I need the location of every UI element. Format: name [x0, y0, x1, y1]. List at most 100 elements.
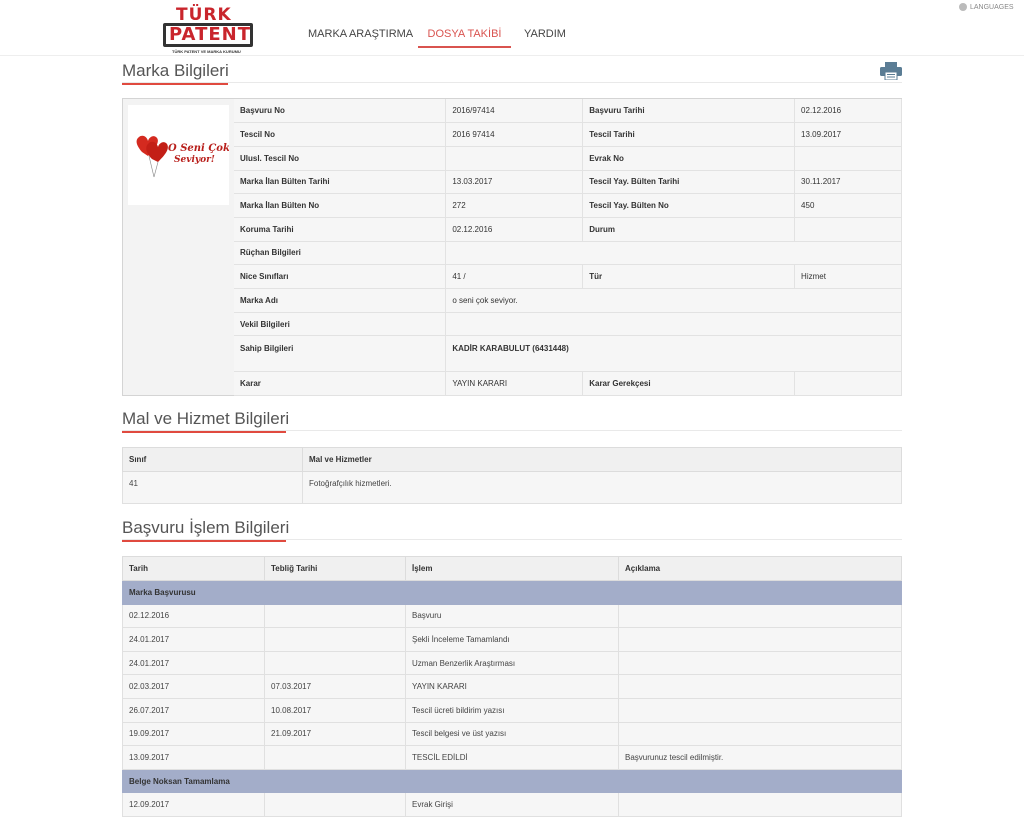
- col-header-teblig-tarihi: Tebliğ Tarihi: [264, 556, 406, 581]
- label-tescil-tarihi: Tescil Tarihi: [582, 122, 796, 147]
- info-row: Tescil No 2016 97414 Tescil Tarihi 13.09…: [234, 122, 902, 147]
- cell-sinif: 41: [122, 471, 303, 504]
- label-nice-siniflari: Nice Sınıfları: [234, 264, 447, 289]
- cell-aciklama: [618, 674, 902, 699]
- languages-label: LANGUAGES: [970, 3, 1014, 11]
- table-header-row: Sınıf Mal ve Hizmetler: [122, 447, 902, 472]
- cell-tarih: 13.09.2017: [122, 745, 265, 770]
- trademark-image[interactable]: O Seni Çok Seviyor!: [128, 105, 230, 205]
- info-row: Ulusl. Tescil No Evrak No: [234, 146, 902, 171]
- value-tur: Hizmet: [794, 264, 902, 289]
- col-header-mal-hizmetler: Mal ve Hizmetler: [302, 447, 902, 472]
- label-marka-adi: Marka Adı: [234, 288, 447, 313]
- table-row: 26.07.2017 10.08.2017 Tescil ücreti bild…: [122, 697, 902, 723]
- nav-yardim[interactable]: YARDIM: [524, 20, 566, 48]
- section-rule: [122, 82, 902, 83]
- label-ilan-bulten-no: Marka İlan Bülten No: [234, 193, 447, 218]
- cell-tarih: 26.07.2017: [122, 697, 265, 723]
- cell-islem: Başvuru: [405, 603, 619, 629]
- value-karar: YAYIN KARARI: [445, 371, 584, 397]
- info-row: Sahip Bilgileri KADİR KARABULUT (6431448…: [234, 335, 902, 373]
- cell-islem: TESCİL EDİLDİ: [405, 745, 619, 770]
- info-row: Nice Sınıfları 41 / Tür Hizmet: [234, 264, 902, 289]
- table-row: 41 Fotoğrafçılık hizmetleri.: [122, 471, 902, 504]
- value-durum: [794, 217, 902, 242]
- label-evrak-no: Evrak No: [582, 146, 796, 171]
- label-tur: Tür: [582, 264, 796, 289]
- header: TÜRK PATENT TÜRK PATENT VE MARKA KURUMU …: [0, 0, 1024, 56]
- value-ulusl-tescil-no: [445, 146, 584, 171]
- label-ilan-bulten-tarihi: Marka İlan Bülten Tarihi: [234, 170, 447, 195]
- logo-box: PATENT: [163, 23, 253, 47]
- info-row: Marka İlan Bülten No 272 Tescil Yay. Bül…: [234, 193, 902, 218]
- section-title-mal-hizmet-text: Mal ve Hizmet Bilgileri: [122, 409, 290, 428]
- title-underline: [122, 83, 228, 85]
- col-header-tarih: Tarih: [122, 556, 265, 581]
- section-title-marka: Marka Bilgileri: [122, 61, 229, 85]
- section-title-marka-text: Marka Bilgileri: [122, 61, 229, 80]
- cell-aciklama: [618, 603, 902, 629]
- table-row: 19.09.2017 21.09.2017 Tescil belgesi ve …: [122, 721, 902, 747]
- info-row: Vekil Bilgileri: [234, 312, 902, 337]
- logo-sub-text: TÜRK PATENT VE MARKA KURUMU: [172, 49, 241, 54]
- cell-aciklama: Başvurunuz tescil edilmiştir.: [618, 745, 902, 770]
- cell-teblig-tarihi: 07.03.2017: [264, 674, 406, 699]
- col-header-islem: İşlem: [405, 556, 619, 581]
- value-vekil-bilgileri: [445, 312, 902, 337]
- label-karar: Karar: [234, 371, 447, 397]
- label-tescil-no: Tescil No: [234, 122, 447, 147]
- table-header-row: Tarih Tebliğ Tarihi İşlem Açıklama: [122, 556, 902, 581]
- value-marka-adi: o seni çok seviyor.: [445, 288, 902, 313]
- info-row: Karar YAYIN KARARI Karar Gerekçesi: [234, 371, 902, 397]
- title-underline: [122, 431, 286, 433]
- value-karar-gerekcesi: [794, 371, 902, 397]
- section-title-mal-hizmet: Mal ve Hizmet Bilgileri: [122, 409, 290, 433]
- cell-teblig-tarihi: [264, 745, 406, 770]
- label-durum: Durum: [582, 217, 796, 242]
- cell-islem: Tescil ücreti bildirim yazısı: [405, 697, 619, 723]
- label-basvuru-no: Başvuru No: [234, 99, 447, 124]
- col-header-aciklama: Açıklama: [618, 556, 902, 581]
- value-tescil-no: 2016 97414: [445, 122, 584, 147]
- label-karar-gerekcesi: Karar Gerekçesi: [582, 371, 796, 397]
- print-icon[interactable]: [880, 62, 902, 80]
- islem-table: Tarih Tebliğ Tarihi İşlem Açıklama Marka…: [122, 556, 902, 817]
- value-tescil-yay-bulten-no: 450: [794, 193, 902, 218]
- value-tescil-tarihi: 13.09.2017: [794, 122, 902, 147]
- cell-mal-hizmetler: Fotoğrafçılık hizmetleri.: [302, 471, 902, 504]
- cell-teblig-tarihi: [264, 792, 406, 817]
- cell-aciklama: [618, 627, 902, 652]
- info-row: Başvuru No 2016/97414 Başvuru Tarihi 02.…: [234, 99, 902, 124]
- value-basvuru-no: 2016/97414: [445, 99, 584, 124]
- section-title-islem: Başvuru İşlem Bilgileri: [122, 518, 290, 542]
- languages-link[interactable]: LANGUAGES: [959, 3, 1014, 11]
- turkpatent-logo[interactable]: TÜRK PATENT TÜRK PATENT VE MARKA KURUMU: [163, 6, 253, 54]
- nav-dosya-takibi[interactable]: DOSYA TAKİBİ: [418, 20, 511, 48]
- cell-islem: Şekli İnceleme Tamamlandı: [405, 627, 619, 652]
- value-tescil-yay-bulten-tarihi: 30.11.2017: [794, 170, 902, 195]
- info-row: Koruma Tarihi 02.12.2016 Durum: [234, 217, 902, 242]
- value-basvuru-tarihi: 02.12.2016: [794, 99, 902, 124]
- cell-teblig-tarihi: 21.09.2017: [264, 721, 406, 747]
- value-nice-siniflari: 41 /: [445, 264, 584, 289]
- table-row: 02.12.2016 Başvuru: [122, 603, 902, 629]
- label-sahip-bilgileri: Sahip Bilgileri: [234, 335, 447, 373]
- section-rule: [122, 539, 902, 540]
- cell-teblig-tarihi: [264, 603, 406, 629]
- group-label: Marka Başvurusu: [122, 580, 902, 605]
- label-ruchan-bilgileri: Rüçhan Bilgileri: [234, 241, 447, 266]
- cell-aciklama: [618, 721, 902, 747]
- value-sahip-bilgileri: KADİR KARABULUT (6431448): [445, 335, 902, 373]
- cell-tarih: 12.09.2017: [122, 792, 265, 817]
- nav-marka-arastirma[interactable]: MARKA ARAŞTIRMA: [308, 20, 413, 48]
- value-ilan-bulten-tarihi: 13.03.2017: [445, 170, 584, 195]
- label-ulusl-tescil-no: Ulusl. Tescil No: [234, 146, 447, 171]
- cell-tarih: 24.01.2017: [122, 650, 265, 676]
- section-title-islem-text: Başvuru İşlem Bilgileri: [122, 518, 290, 537]
- marka-info-panel: O Seni Çok Seviyor! Başvuru No 2016/9741…: [122, 98, 902, 397]
- cell-tarih: 02.03.2017: [122, 674, 265, 699]
- table-row: 13.09.2017 TESCİL EDİLDİ Başvurunuz tesc…: [122, 745, 902, 770]
- table-row: 24.01.2017 Şekli İnceleme Tamamlandı: [122, 627, 902, 652]
- cell-teblig-tarihi: [264, 627, 406, 652]
- info-row: Marka İlan Bülten Tarihi 13.03.2017 Tesc…: [234, 170, 902, 195]
